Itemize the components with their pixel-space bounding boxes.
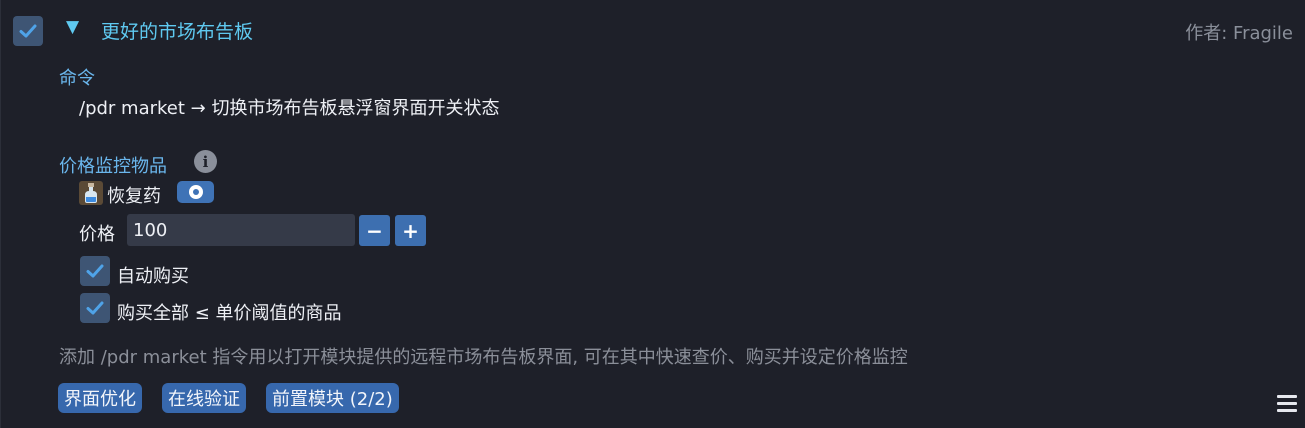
info-icon[interactable]: i [194,150,217,173]
buy-all-label: 购买全部 ≤ 单价阈值的商品 [117,303,342,324]
item-select-radio[interactable] [177,181,214,203]
auto-buy-label: 自动购买 [117,266,189,287]
checkmark-icon [19,24,37,38]
module-description: 添加 /pdr market 指令用以打开模块提供的远程市场布告板界面, 可在其… [59,347,908,368]
tag-prerequisite-modules[interactable]: 前置模块 (2/2) [266,383,399,413]
buy-all-checkbox[interactable] [80,293,110,323]
tag-ui-optimization[interactable]: 界面优化 [58,383,142,413]
price-input[interactable] [127,214,355,246]
module-enable-checkbox[interactable] [13,16,43,46]
tag-online-verification[interactable]: 在线验证 [162,383,246,413]
menu-icon[interactable] [1277,395,1297,413]
command-description: /pdr market → 切换市场布告板悬浮窗界面开关状态 [79,98,500,119]
auto-buy-checkbox[interactable] [80,256,110,286]
price-label: 价格 [79,224,115,245]
author-label: 作者: Fragile [1185,23,1293,44]
checkmark-icon [86,264,104,278]
price-increment-button[interactable]: + [395,215,426,246]
module-title[interactable]: 更好的市场布告板 [101,17,253,44]
price-decrement-button[interactable]: − [359,215,390,246]
checkmark-icon [86,301,104,315]
monitored-item-name: 恢复药 [107,186,161,207]
price-monitor-section-label: 价格监控物品 [59,156,167,177]
collapse-arrow-icon[interactable]: ▼ [66,17,79,37]
radio-icon [188,185,203,199]
potion-icon [79,181,103,205]
commands-section-label: 命令 [59,68,95,89]
module-panel: ▼ 更好的市场布告板 作者: Fragile 命令 /pdr market → … [0,0,1305,428]
